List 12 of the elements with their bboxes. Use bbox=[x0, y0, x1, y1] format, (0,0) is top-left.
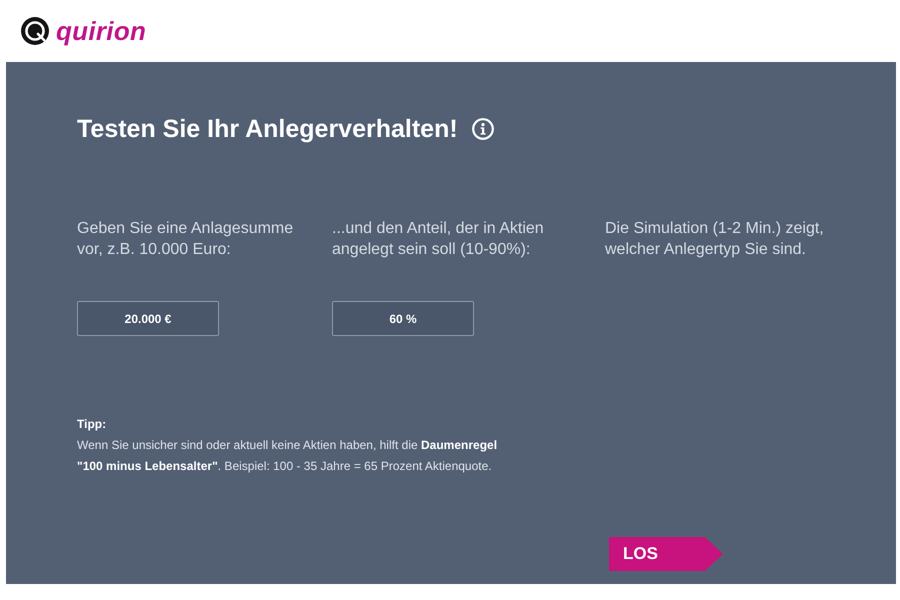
field-label: Geben Sie eine Anlagesumme vor, z.B. 10.000 Euro: bbox=[77, 219, 294, 260]
page-title: Testen Sie Ihr Anlegerverhalten! bbox=[77, 114, 458, 144]
info-text: Die Simulation (1-2 Min.) zeigt, welcher Anlegertyp Sie sind. bbox=[605, 219, 825, 260]
input-field[interactable]: 60 % bbox=[332, 301, 474, 336]
logo-text: quirion bbox=[56, 16, 146, 46]
field-label: ...und den Anteil, der in Aktien angelegt sein soll (10-90%): bbox=[332, 219, 545, 260]
input-field[interactable]: 20.000 € bbox=[77, 301, 219, 336]
logo-icon bbox=[21, 17, 49, 45]
los-button[interactable]: LOS bbox=[609, 537, 723, 571]
tip-heading: Tipp: bbox=[77, 416, 106, 433]
info-icon[interactable] bbox=[472, 118, 494, 140]
tip-text: Wenn Sie unsicher sind oder aktuell keine Aktien haben, hilft die Daumenregel "100 minus Lebensalter". Beispiel: 100 - 35 Jahre = 65 Prozent Aktienquote. bbox=[77, 437, 498, 475]
